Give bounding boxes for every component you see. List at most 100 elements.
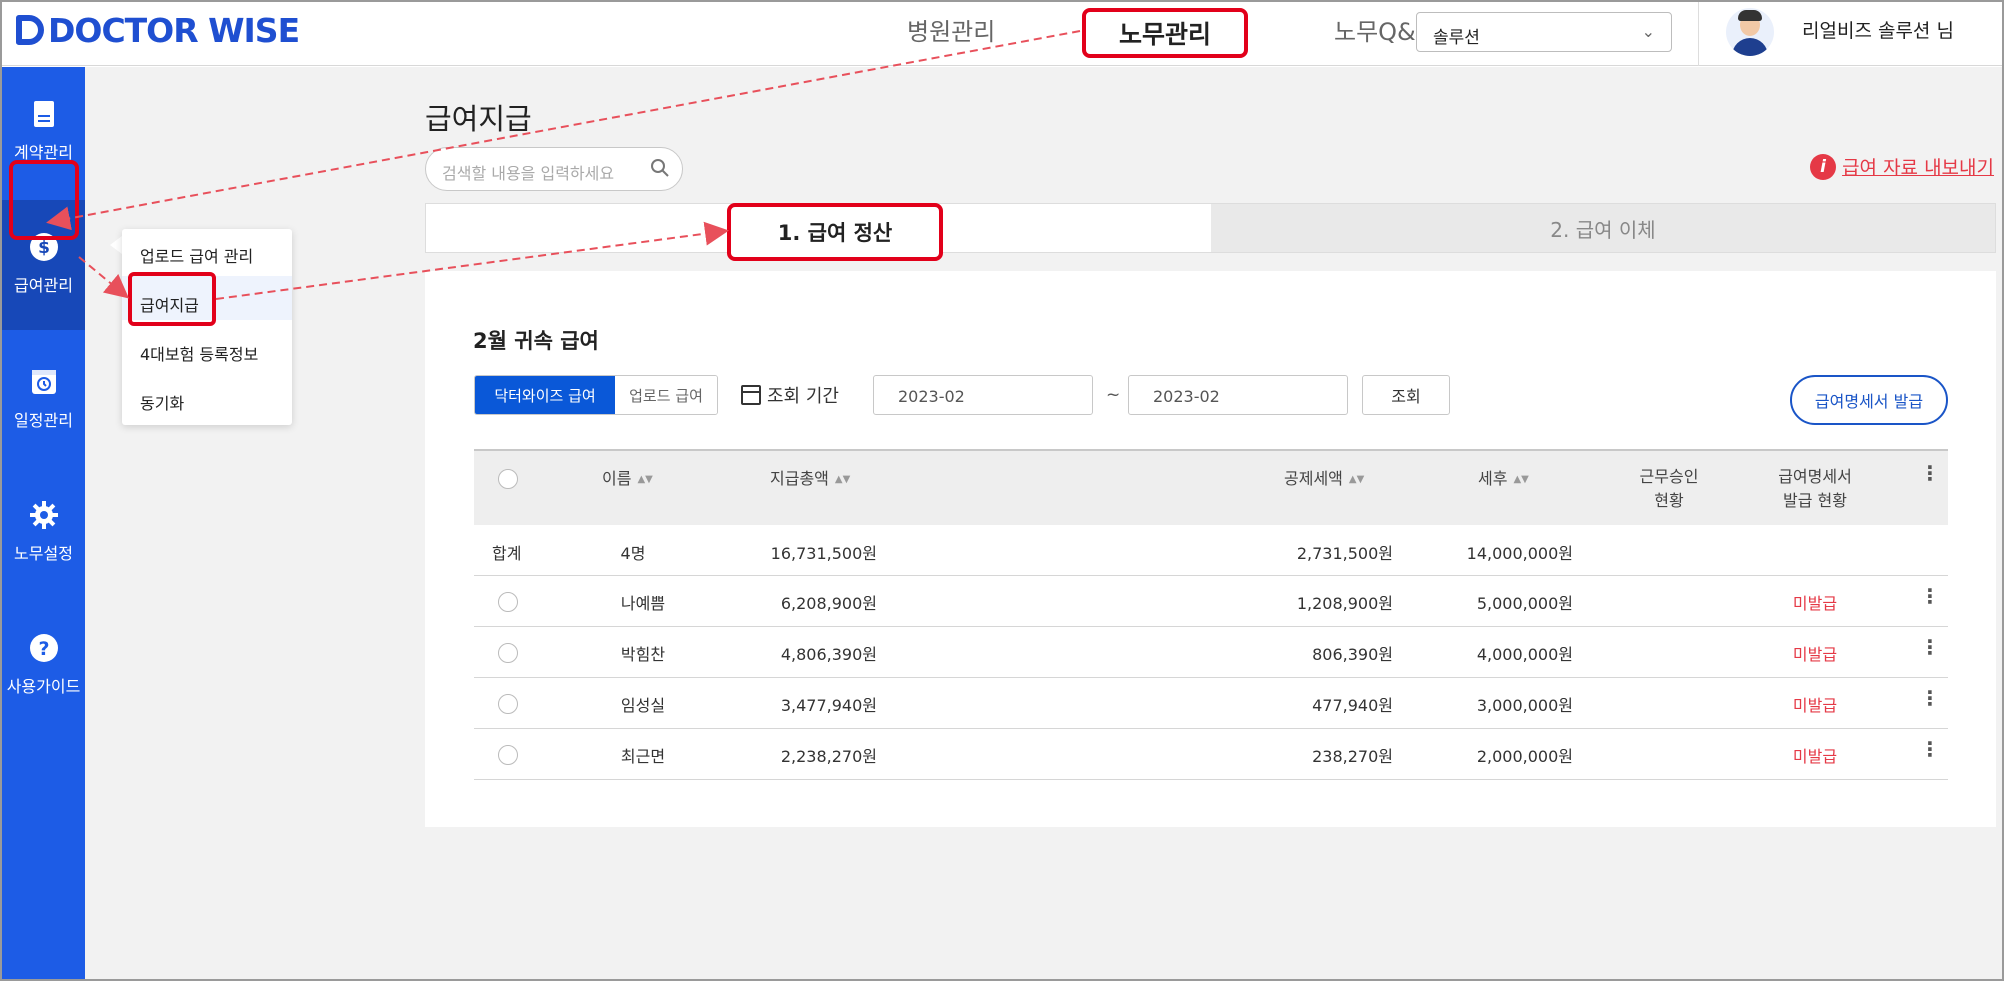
logo-d-icon	[16, 15, 44, 45]
calendar-icon	[741, 385, 761, 405]
header-after-tax-label: 세후	[1478, 469, 1508, 488]
header-after-tax[interactable]: 세후 ▲▼	[1478, 465, 1529, 489]
tab-transfer[interactable]: 2. 급여 이체	[1211, 204, 1995, 252]
sidebar-item-label: 일정관리	[14, 411, 73, 430]
header-approval-line2: 현황	[1654, 491, 1684, 510]
summary-label: 합계	[492, 544, 522, 563]
date-separator: ~	[1106, 385, 1121, 405]
segment-upload[interactable]: 업로드 급여	[615, 376, 717, 414]
sidebar-item-labor-settings[interactable]: 노무설정	[2, 500, 85, 564]
avatar[interactable]	[1726, 8, 1774, 56]
user-name[interactable]: 리얼비즈 솔루션 님	[1802, 16, 1954, 43]
step-tabs: 2. 급여 이체	[425, 203, 1996, 253]
flyout-caret	[110, 236, 122, 254]
sidebar-item-payroll[interactable]: $ 급여관리	[2, 232, 85, 296]
query-button[interactable]: 조회	[1362, 375, 1450, 415]
summary-after-tax: 14,000,000원	[1466, 544, 1573, 563]
table-row[interactable]: 나예쁨 6,208,900원 1,208,900원 5,000,000원 미발급 ⋮	[474, 576, 1948, 627]
solution-select[interactable]: 솔루션 ⌄	[1416, 12, 1672, 52]
calendar-clock-icon	[31, 370, 56, 394]
select-all-radio[interactable]	[498, 469, 518, 489]
header-name-label: 이름	[602, 469, 632, 488]
row-statement-status: 미발급	[1792, 747, 1838, 766]
header-divider	[1698, 2, 1699, 66]
sidebar-item-contract[interactable]: 계약관리	[2, 99, 85, 163]
table-row[interactable]: 임성실 3,477,940원 477,940원 3,000,000원 미발급 ⋮	[474, 678, 1948, 729]
row-select-radio[interactable]	[498, 592, 518, 612]
row-statement-status: 미발급	[1792, 696, 1838, 715]
period-text: 조회 기간	[767, 386, 839, 407]
nav-labor-management[interactable]: 노무관리	[1082, 8, 1248, 58]
brand-name: DOCTOR WISE	[48, 10, 300, 50]
row-total: 6,208,900원	[780, 594, 877, 613]
header-name[interactable]: 이름 ▲▼	[602, 465, 653, 489]
top-header: DOCTOR WISE 병원관리 노무관리 노무Q& 솔루션 ⌄ 리얼비즈 솔루…	[2, 2, 2002, 66]
submenu-sync[interactable]: 동기화	[140, 390, 184, 414]
header-deduction[interactable]: 공제세액 ▲▼	[1284, 465, 1364, 489]
segment-doctorwise[interactable]: 닥터와이즈 급여	[475, 376, 615, 414]
row-deduction: 477,940원	[1312, 696, 1393, 715]
sort-icon: ▲▼	[1348, 474, 1365, 485]
date-to-field[interactable]: 2023-02	[1128, 375, 1348, 415]
table-row[interactable]: 최근면 2,238,270원 238,270원 2,000,000원 미발급 ⋮	[474, 729, 1948, 780]
period-label: 조회 기간	[741, 382, 839, 408]
header-total[interactable]: 지급총액 ▲▼	[770, 465, 850, 489]
sidebar-item-label: 급여관리	[14, 276, 73, 295]
question-icon: ?	[29, 634, 58, 662]
sidebar-item-label: 사용가이드	[6, 677, 81, 696]
row-total: 2,238,270원	[780, 747, 877, 766]
doctor-wise-logo[interactable]: DOCTOR WISE	[16, 10, 300, 50]
row-total: 4,806,390원	[780, 645, 877, 664]
header-deduction-label: 공제세액	[1284, 469, 1343, 488]
summary-deduction: 2,731,500원	[1296, 544, 1393, 563]
date-from-field[interactable]: 2023-02	[873, 375, 1093, 415]
gear-icon	[29, 501, 58, 529]
row-after-tax: 2,000,000원	[1476, 747, 1573, 766]
tab-settlement[interactable]: 1. 급여 정산	[727, 203, 943, 261]
header-statement-line1: 급여명세서	[1778, 467, 1852, 486]
row-more-options-icon[interactable]: ⋮	[1920, 635, 1940, 659]
row-deduction: 806,390원	[1312, 645, 1393, 664]
header-statement: 급여명세서발급 현황	[1760, 465, 1870, 513]
row-statement-status: 미발급	[1792, 594, 1838, 613]
document-icon	[33, 101, 54, 127]
export-payroll-link[interactable]: i 급여 자료 내보내기	[1810, 153, 1994, 180]
row-more-options-icon[interactable]: ⋮	[1920, 584, 1940, 608]
row-deduction: 238,270원	[1312, 747, 1393, 766]
page-title: 급여지급	[425, 102, 532, 136]
sidebar-item-schedule[interactable]: 일정관리	[2, 367, 85, 431]
payroll-submenu: 업로드 급여 관리 급여지급 4대보험 등록정보 동기화	[122, 229, 292, 425]
row-deduction: 1,208,900원	[1296, 594, 1393, 613]
sort-icon: ▲▼	[1513, 474, 1529, 485]
sort-icon: ▲▼	[834, 474, 851, 485]
payroll-source-toggle: 닥터와이즈 급여 업로드 급여	[474, 375, 718, 415]
table-header: 이름 ▲▼ 지급총액 ▲▼ 공제세액 ▲▼ 세후 ▲▼ 근무승인 현황 급여명세서 발급 현…	[474, 449, 1948, 525]
submenu-insurance-info[interactable]: 4대보험 등록정보	[140, 341, 258, 365]
issue-statement-button[interactable]: 급여명세서 발급	[1790, 375, 1948, 425]
row-after-tax: 3,000,000원	[1476, 696, 1573, 715]
annotation-box-submenu	[128, 272, 216, 326]
row-after-tax: 5,000,000원	[1476, 594, 1573, 613]
svg-text:?: ?	[38, 638, 49, 660]
sidebar-item-label: 노무설정	[14, 544, 73, 563]
nav-hospital-management[interactable]: 병원관리	[907, 12, 995, 47]
header-total-label: 지급총액	[770, 469, 829, 488]
chevron-down-icon: ⌄	[1641, 22, 1655, 41]
solution-select-value: 솔루션	[1433, 28, 1480, 48]
header-statement-line2: 발급 현황	[1783, 491, 1847, 510]
more-options-icon[interactable]: ⋮	[1920, 461, 1940, 485]
search-input[interactable]: 검색할 내용을 입력하세요	[425, 147, 683, 191]
svg-text:$: $	[38, 238, 50, 258]
row-more-options-icon[interactable]: ⋮	[1920, 686, 1940, 710]
annotation-box-sidebar	[9, 160, 79, 240]
submenu-upload-payroll[interactable]: 업로드 급여 관리	[140, 243, 253, 267]
export-label: 급여 자료 내보내기	[1842, 157, 1994, 179]
sidebar-item-user-guide[interactable]: ? 사용가이드	[2, 633, 85, 697]
search-icon[interactable]	[650, 158, 670, 178]
row-select-radio[interactable]	[498, 643, 518, 663]
table-row[interactable]: 박힘찬 4,806,390원 806,390원 4,000,000원 미발급 ⋮	[474, 627, 1948, 678]
row-select-radio[interactable]	[498, 694, 518, 714]
row-select-radio[interactable]	[498, 745, 518, 765]
nav-labor-qa[interactable]: 노무Q&	[1334, 12, 1416, 47]
row-more-options-icon[interactable]: ⋮	[1920, 737, 1940, 761]
